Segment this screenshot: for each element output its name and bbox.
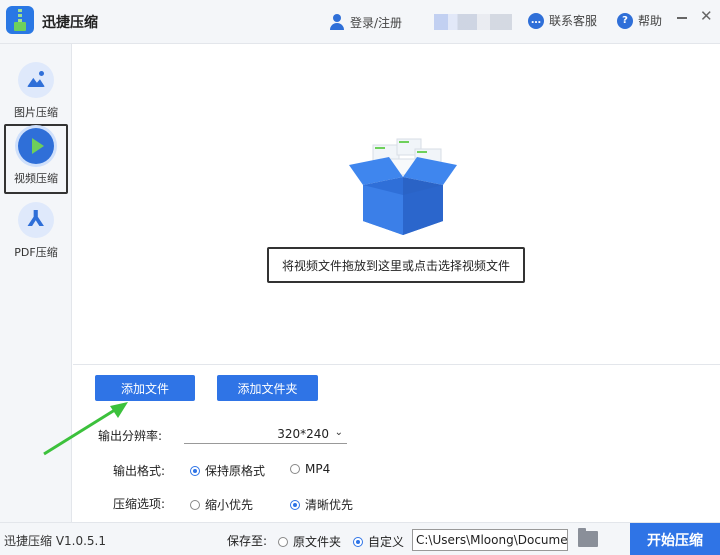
radio-selected-icon	[290, 499, 300, 510]
resolution-value: 320*240	[277, 426, 329, 441]
sidebar-item-label: 视频压缩	[14, 172, 58, 185]
help-label: 帮助	[638, 14, 663, 28]
sidebar-item-label: PDF压缩	[14, 246, 58, 259]
chat-icon: …	[528, 12, 544, 29]
open-box-icon	[349, 138, 457, 235]
radio-selected-icon	[353, 536, 363, 547]
sidebar-item-video-compress[interactable]: 视频压缩	[4, 124, 68, 194]
app-logo	[6, 6, 34, 34]
save-option-original-folder[interactable]: 原文件夹	[278, 533, 341, 550]
save-path-input[interactable]: C:\Users\Mloong\Documents	[412, 529, 568, 551]
file-drop-zone[interactable]: 将视频文件拖放到这里或点击选择视频文件	[73, 45, 720, 365]
contact-support-button[interactable]: … 联系客服	[528, 12, 597, 29]
radio-unselected-icon	[190, 499, 200, 510]
format-option-original[interactable]: 保持原格式	[190, 462, 265, 479]
title-bar: 迅捷压缩 登录/注册 … 联系客服 ? 帮助 ✕	[0, 0, 720, 44]
image-icon	[18, 62, 54, 98]
compress-option-label: 缩小优先	[205, 498, 254, 512]
user-icon	[330, 14, 344, 30]
close-icon[interactable]: ✕	[700, 8, 713, 24]
radio-unselected-icon	[278, 536, 288, 547]
save-option-label: 自定义	[368, 535, 405, 549]
format-option-label: MP4	[305, 462, 331, 476]
blurred-user-info	[434, 14, 512, 30]
login-link[interactable]: 登录/注册	[330, 12, 402, 32]
drop-hint-text[interactable]: 将视频文件拖放到这里或点击选择视频文件	[267, 247, 525, 283]
save-option-custom[interactable]: 自定义	[353, 533, 404, 550]
resolution-label: 输出分辨率:	[98, 429, 163, 443]
footer-bar: 迅捷压缩 V1.0.5.1 保存至: 原文件夹 自定义 C:\Users\Mlo…	[0, 522, 720, 555]
compress-option-size[interactable]: 缩小优先	[190, 496, 253, 513]
sidebar-item-label: 图片压缩	[14, 106, 58, 119]
start-compress-button[interactable]: 开始压缩	[630, 523, 720, 555]
resolution-select[interactable]: 320*240 ⌄	[184, 424, 347, 444]
pdf-icon: ⅄	[18, 202, 54, 238]
compress-option-clarity[interactable]: 清晰优先	[290, 496, 353, 513]
video-play-icon	[18, 128, 54, 164]
login-label: 登录/注册	[350, 15, 403, 30]
radio-unselected-icon	[290, 464, 300, 474]
compress-label: 压缩选项:	[113, 497, 166, 511]
app-title: 迅捷压缩	[42, 15, 98, 31]
add-folder-button[interactable]: 添加文件夹	[217, 375, 318, 401]
radio-selected-icon	[190, 465, 200, 476]
contact-label: 联系客服	[549, 14, 598, 28]
format-label: 输出格式:	[113, 464, 166, 478]
version-text: 迅捷压缩 V1.0.5.1	[4, 534, 107, 548]
help-button[interactable]: ? 帮助	[617, 12, 662, 29]
minimize-icon[interactable]	[675, 10, 689, 24]
sidebar-item-pdf-compress[interactable]: ⅄ PDF压缩	[4, 200, 68, 270]
format-option-label: 保持原格式	[205, 464, 266, 478]
format-option-mp4[interactable]: MP4	[290, 462, 330, 476]
save-option-label: 原文件夹	[293, 535, 342, 549]
save-to-label: 保存至:	[227, 534, 268, 548]
compress-option-label: 清晰优先	[305, 498, 354, 512]
folder-icon[interactable]	[578, 528, 598, 547]
question-icon: ?	[617, 12, 633, 29]
sidebar-item-image-compress[interactable]: 图片压缩	[4, 60, 68, 130]
chevron-down-icon: ⌄	[334, 427, 343, 438]
